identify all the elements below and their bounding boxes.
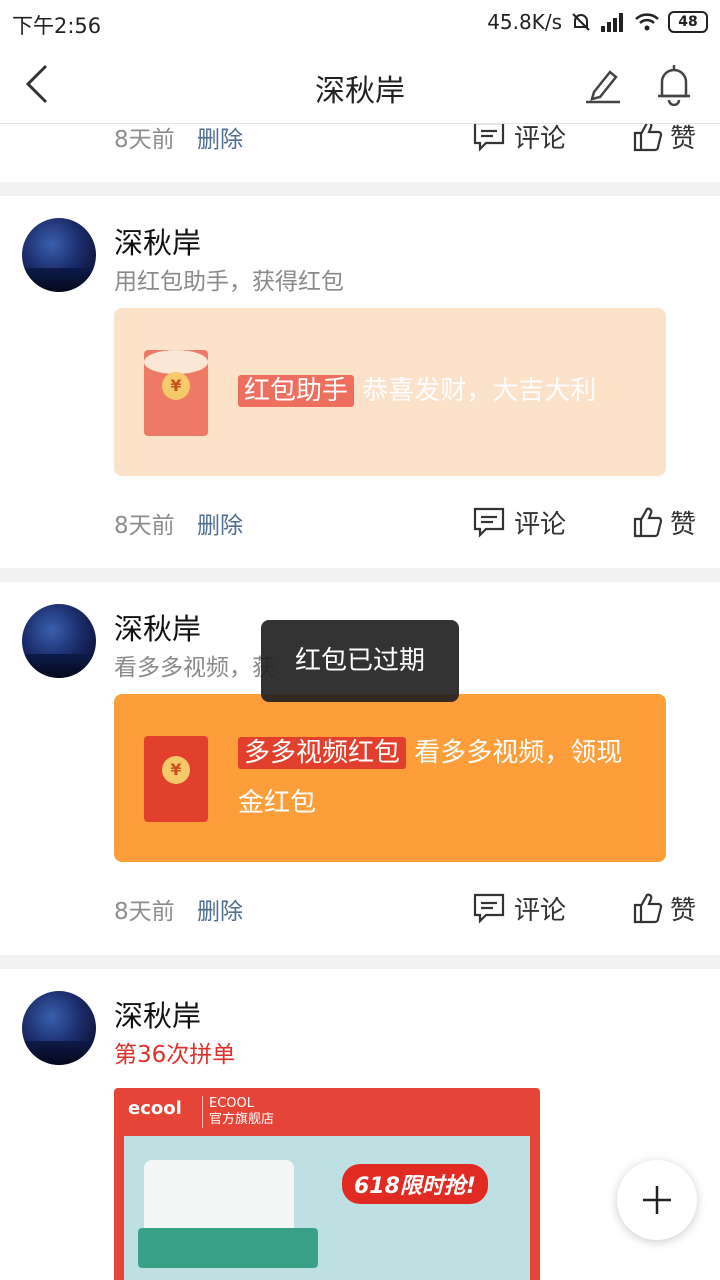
bell-icon[interactable]: [654, 62, 694, 106]
red-packet-text: 多多视频红包 看多多视频，领现金红包: [238, 728, 638, 828]
thumbs-up-icon: [633, 893, 663, 924]
nav-bar: 深秋岸: [0, 44, 720, 124]
edit-icon[interactable]: [584, 64, 624, 104]
divider: [0, 182, 720, 196]
post-description: 看多多视频，获: [114, 655, 275, 681]
post-author[interactable]: 深秋岸: [114, 606, 201, 648]
comment-icon: [473, 507, 505, 538]
post-author[interactable]: 深秋岸: [114, 993, 201, 1035]
divider: [0, 568, 720, 582]
wifi-icon: [635, 13, 659, 31]
comment-icon: [473, 893, 505, 924]
delete-link[interactable]: 删除: [197, 892, 243, 926]
post-actions: 8天前 删除 评论 赞: [0, 884, 720, 934]
store-label: 官方旗舰店: [209, 1112, 275, 1127]
avatar[interactable]: [22, 991, 96, 1065]
red-envelope-icon: ¥: [144, 736, 208, 822]
promo-badge: 618限时抢!: [342, 1164, 488, 1204]
like-label: 赞: [670, 895, 697, 926]
like-label: 赞: [670, 509, 697, 540]
post-card: 深秋岸 用红包助手，获得红包 ¥ 红包助手 恭喜发财，大吉大利 8天前 删除 评…: [0, 196, 720, 568]
red-packet-tag: 多多视频红包: [238, 737, 407, 769]
avatar[interactable]: [22, 604, 96, 678]
mute-bell-icon: [572, 13, 590, 31]
status-icons: 45.8K/s 48: [487, 9, 708, 35]
red-envelope-icon: ¥: [144, 350, 208, 436]
avatar[interactable]: [22, 218, 96, 292]
brand-subtitle: ECOOL 官方旗舰店: [202, 1096, 274, 1128]
brand-logo: ecool: [128, 1098, 182, 1119]
comment-button[interactable]: 评论: [472, 888, 566, 928]
thumbs-up-icon: [633, 507, 663, 538]
delete-link[interactable]: 删除: [197, 124, 243, 154]
post-actions: 8天前 删除 评论 赞: [0, 498, 720, 548]
red-packet-message: 恭喜发财，大吉大利: [362, 376, 597, 406]
post-time: 8天前: [114, 899, 175, 925]
divider: [0, 955, 720, 969]
add-button[interactable]: [617, 1160, 697, 1240]
red-packet-tag: 红包助手: [238, 375, 355, 407]
comment-label: 评论: [514, 509, 567, 540]
brand-name: ECOOL: [209, 1096, 254, 1111]
status-time: 下午2:56: [12, 14, 102, 38]
battery-icon: 48: [668, 11, 708, 33]
product-image[interactable]: ecool ECOOL 官方旗舰店 618限时抢!: [114, 1088, 540, 1280]
post-author[interactable]: 深秋岸: [114, 220, 201, 262]
signal-icon: [601, 13, 623, 32]
toast-message: 红包已过期: [261, 620, 459, 702]
tissue-box-illustration: [138, 1228, 318, 1268]
like-button[interactable]: 赞: [632, 888, 696, 928]
like-button[interactable]: 赞: [632, 502, 696, 542]
coin-icon: ¥: [162, 372, 190, 400]
red-packet-card[interactable]: ¥ 红包助手 恭喜发财，大吉大利: [114, 308, 666, 476]
post-description: 第36次拼单: [114, 1042, 236, 1068]
coin-icon: ¥: [162, 756, 190, 784]
delete-link[interactable]: 删除: [197, 506, 243, 540]
red-packet-text: 红包助手 恭喜发财，大吉大利: [238, 366, 638, 416]
post-time: 8天前: [114, 513, 175, 539]
thumbs-up-icon: [633, 124, 663, 152]
red-packet-card[interactable]: ¥ 多多视频红包 看多多视频，领现金红包: [114, 694, 666, 862]
comment-icon: [473, 124, 505, 152]
comment-label: 评论: [514, 895, 567, 926]
status-bar: 下午2:56 45.8K/s 48: [0, 0, 720, 44]
post-description: 用红包助手，获得红包: [114, 269, 344, 295]
network-speed: 45.8K/s: [487, 10, 562, 34]
post-time: 8天前: [114, 127, 175, 153]
plus-icon: [643, 1186, 671, 1214]
comment-button[interactable]: 评论: [472, 502, 566, 542]
product-photo: 618限时抢!: [124, 1136, 530, 1280]
